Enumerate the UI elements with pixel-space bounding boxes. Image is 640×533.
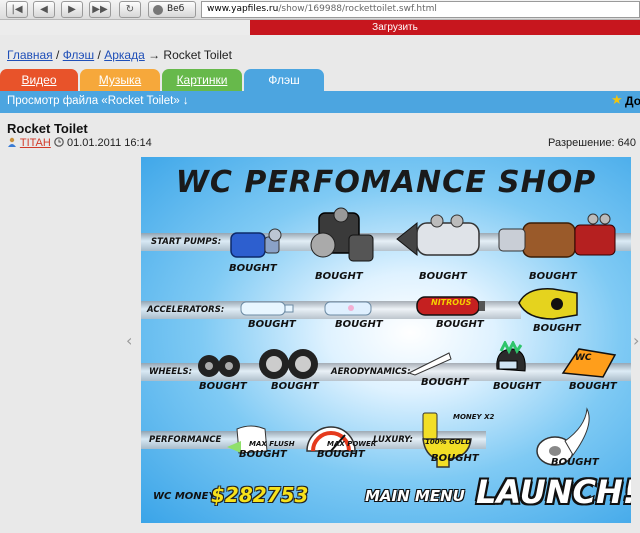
bought-label: BOUGHT [229, 263, 277, 274]
bought-label: BOUGHT [421, 377, 469, 388]
jet-engine-icon[interactable] [391, 213, 489, 265]
page: Главная / Флэш / Аркада → Rocket Toilet … [0, 35, 640, 533]
resolution: Разрешение: 640 [548, 137, 636, 149]
star-icon[interactable]: ★ [611, 93, 623, 108]
back-icon[interactable]: ◀ [33, 1, 55, 18]
breadcrumb-arrow: → [144, 48, 164, 62]
bought-label: BOUGHT [315, 271, 363, 282]
url-path: /show/169988/rockettoilet.swf.html [278, 4, 437, 14]
money-value: $282753 [211, 483, 309, 507]
breadcrumb-arcade[interactable]: Аркада [104, 48, 145, 62]
row-label-wheels: WHEELS: [149, 367, 193, 377]
bought-label: BOUGHT [248, 319, 296, 330]
breadcrumb-separator: / [94, 48, 105, 62]
upload-button[interactable]: Загрузить [250, 20, 640, 35]
bought-label: BOUGHT [271, 381, 319, 392]
breadcrumb-current: Rocket Toilet [163, 48, 232, 62]
web-button[interactable]: Веб [148, 1, 196, 18]
fast-forward-icon[interactable]: ▶▶ [89, 1, 111, 18]
pump-icon[interactable] [227, 225, 285, 265]
category-tabs: Видео Музыка Картинки Флэш [0, 69, 640, 91]
user-icon [8, 137, 16, 147]
launch-button[interactable]: LAUNCH! [476, 473, 631, 511]
upload-label: Загрузить [372, 22, 418, 33]
main-menu-button[interactable]: MAIN MENU [365, 487, 465, 505]
bought-label: BOUGHT [199, 381, 247, 392]
web-icon [153, 5, 163, 15]
radioactive-tank-icon[interactable] [513, 283, 583, 323]
bought-label: BOUGHT [239, 449, 287, 460]
nitrous-label: NITROUS [431, 298, 472, 307]
file-bar: Просмотр файла «Rocket Toilet» ↓ ★ До [0, 91, 640, 113]
forward-icon[interactable]: ▶ [61, 1, 83, 18]
tab-flash[interactable]: Флэш [244, 69, 324, 91]
add-link[interactable]: До [625, 94, 640, 108]
file-date: 01.01.2011 16:14 [66, 137, 152, 149]
bought-label: BOUGHT [551, 457, 599, 468]
tab-pictures[interactable]: Картинки [162, 69, 242, 91]
row-label-performance: PERFORMANCE [149, 435, 222, 445]
gold-label: 100% GOLD [425, 438, 472, 446]
tab-label: Картинки [176, 73, 228, 87]
money-x2-label: MONEY X2 [453, 413, 495, 421]
wheels-icon[interactable] [197, 353, 241, 379]
bought-label: BOUGHT [431, 453, 479, 464]
game-title: WC PERFOMANCE SHOP [175, 165, 597, 200]
barrel-rocket-icon[interactable] [493, 209, 619, 267]
breadcrumb: Главная / Флэш / Аркада → Rocket Toilet [7, 48, 232, 62]
file-title: Rocket Toilet [7, 121, 88, 136]
tab-label: Флэш [268, 73, 300, 87]
bought-label: BOUGHT [419, 271, 467, 282]
wc-badge-label: WC [575, 353, 592, 363]
reload-icon[interactable]: ↻ [119, 1, 141, 18]
breadcrumb-home[interactable]: Главная [7, 48, 53, 62]
bought-label: BOUGHT [533, 323, 581, 334]
money-label: WC MONEY [153, 491, 216, 502]
tab-video[interactable]: Видео [0, 69, 78, 91]
max-power-label: MAX POWER [327, 440, 377, 448]
url-host: www.yapfiles.ru [207, 4, 279, 14]
max-flush-label: MAX FLUSH [249, 440, 295, 448]
row-label-luxury: LUXURY: [373, 435, 413, 445]
browser-toolbar: |◀ ◀ ▶ ▶▶ ↻ Веб www.yapfiles.ru/show/169… [0, 0, 640, 20]
bought-label: BOUGHT [335, 319, 383, 330]
row-label-start-pumps: START PUMPS: [151, 237, 222, 247]
tab-label: Музыка [98, 73, 142, 87]
web-label: Веб [167, 4, 185, 14]
row-label-accelerators: ACCELERATORS: [147, 305, 225, 315]
bottle-icon[interactable] [321, 297, 381, 319]
next-arrow-icon[interactable]: › [633, 331, 639, 350]
first-icon[interactable]: |◀ [6, 1, 28, 18]
prev-arrow-icon[interactable]: ‹ [126, 331, 132, 350]
tab-label: Видео [21, 73, 57, 87]
spoiler-icon[interactable] [407, 351, 453, 377]
row-label-aerodynamics: AERODYNAMICS: [331, 367, 411, 377]
helmet-icon[interactable] [491, 341, 531, 379]
bottle-icon[interactable] [237, 297, 297, 319]
bought-label: BOUGHT [529, 271, 577, 282]
bought-label: BOUGHT [317, 449, 365, 460]
view-file-link[interactable]: Просмотр файла «Rocket Toilet» ↓ [7, 95, 189, 107]
address-bar[interactable]: www.yapfiles.ru/show/169988/rockettoilet… [201, 1, 640, 18]
engine-icon[interactable] [301, 205, 379, 271]
bought-label: BOUGHT [569, 381, 617, 392]
file-meta: TITAH 01.01.2011 16:14 [7, 137, 152, 149]
flash-game[interactable]: WC PERFOMANCE SHOP START PUMPS: ACCELERA… [141, 157, 631, 523]
top-band [0, 20, 250, 35]
bought-label: BOUGHT [436, 319, 484, 330]
breadcrumb-flash[interactable]: Флэш [63, 48, 94, 62]
clock-icon [54, 137, 64, 147]
tab-music[interactable]: Музыка [80, 69, 160, 91]
breadcrumb-separator: / [52, 48, 63, 62]
bought-label: BOUGHT [493, 381, 541, 392]
wheels-icon[interactable] [259, 347, 319, 381]
user-link[interactable]: TITAH [20, 137, 51, 149]
